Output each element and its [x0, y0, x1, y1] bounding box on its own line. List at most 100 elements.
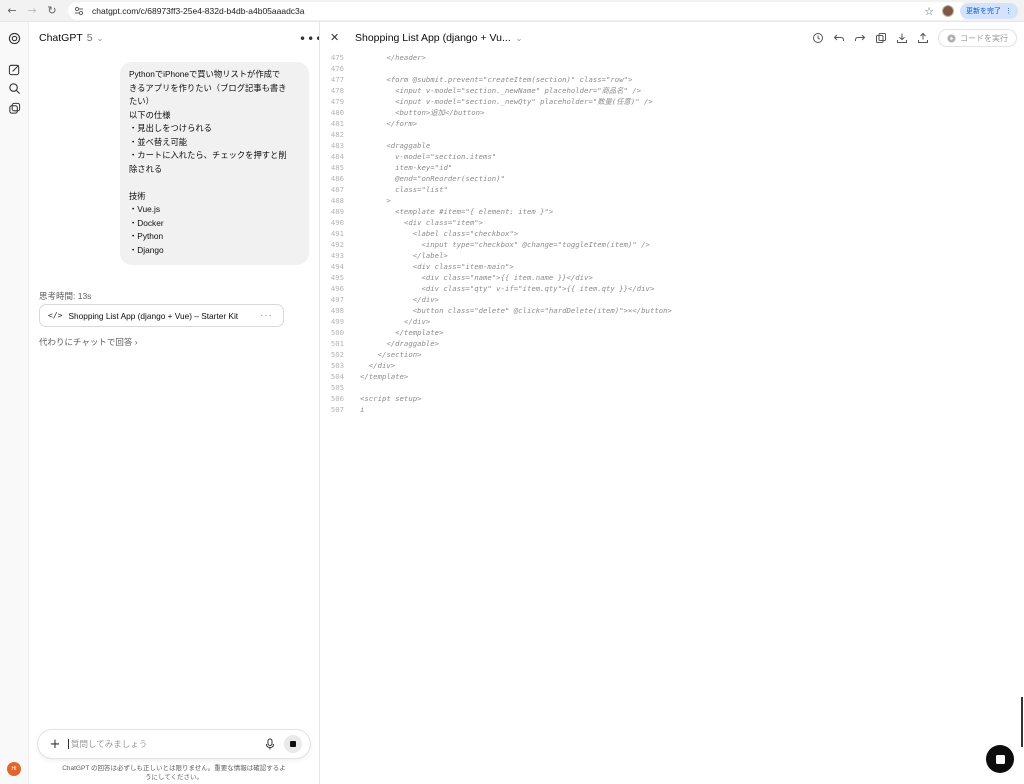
code-line[interactable]: 481 </form>	[320, 118, 1024, 129]
code-text: </template>	[360, 372, 409, 381]
code-line[interactable]: 505	[320, 382, 1024, 393]
stop-button[interactable]	[284, 735, 302, 753]
profile-avatar[interactable]	[942, 5, 954, 17]
back-arrow-icon[interactable]: ←	[4, 3, 20, 19]
message-input[interactable]	[68, 739, 248, 749]
url-text[interactable]: chatgpt.com/c/68973ff3-25e4-832d-b4db-a4…	[92, 6, 305, 16]
star-icon[interactable]: ☆	[922, 5, 936, 18]
code-text: class="list"	[360, 185, 448, 194]
reload-icon[interactable]: ↻	[44, 3, 60, 19]
code-line[interactable]: 479 <input v-model="section._newQty" pla…	[320, 96, 1024, 107]
close-icon[interactable]: ✕	[330, 31, 339, 44]
code-text: </draggable>	[360, 339, 440, 348]
reply-in-chat-link[interactable]: 代わりにチャットで回答 ›	[39, 336, 138, 348]
line-number: 485	[330, 163, 344, 172]
openai-logo-icon[interactable]	[8, 32, 21, 45]
address-bar[interactable]: chatgpt.com/c/68973ff3-25e4-832d-b4db-a4…	[68, 2, 968, 20]
canvas-toolbar: コードを実行	[812, 29, 1017, 47]
code-text: <template #item="{ element: item }">	[360, 207, 554, 216]
code-line[interactable]: 488 >	[320, 195, 1024, 206]
artifact-card[interactable]: </> Shopping List App (django + Vue) – S…	[39, 304, 284, 327]
code-line[interactable]: 486 @end="onReorder(section)"	[320, 173, 1024, 184]
code-line[interactable]: 497 </div>	[320, 294, 1024, 305]
code-line[interactable]: 502 </section>	[320, 349, 1024, 360]
code-line[interactable]: 478 <input v-model="section._newName" pl…	[320, 85, 1024, 96]
app-title: ChatGPT	[39, 32, 83, 44]
search-icon[interactable]	[8, 82, 21, 95]
canvas-title: Shopping List App (django + Vu...	[355, 32, 511, 44]
line-number: 501	[330, 339, 344, 348]
code-line[interactable]: 493 </label>	[320, 250, 1024, 261]
code-line[interactable]: 475 </header>	[320, 52, 1024, 63]
code-line[interactable]: 496 <div class="qty" v-if="item.qty">{{ …	[320, 283, 1024, 294]
thinking-time[interactable]: 思考時間: 13s	[39, 290, 91, 302]
code-line[interactable]: 483 <draggable	[320, 140, 1024, 151]
code-line[interactable]: 482	[320, 129, 1024, 140]
code-line[interactable]: 484 v-model="section.items"	[320, 151, 1024, 162]
history-icon[interactable]	[812, 32, 824, 44]
site-settings-icon[interactable]	[74, 6, 84, 16]
user-message-bubble: PythonでiPhoneで買い物リストが作成で きるアプリを作りたい（ブログ記…	[120, 62, 309, 265]
code-text: </label>	[360, 251, 448, 260]
disclaimer: ChatGPT の回答は必ずしも正しいとは限りません。重要な情報は確認するように…	[62, 765, 286, 781]
plus-icon[interactable]: +	[48, 737, 62, 752]
update-button[interactable]: 更新を完了 ⋮	[960, 3, 1018, 19]
code-line[interactable]: 489 <template #item="{ element: item }">	[320, 206, 1024, 217]
model-selector[interactable]: ChatGPT 5 ⌄	[39, 32, 103, 44]
run-code-button[interactable]: コードを実行	[938, 29, 1017, 47]
code-line[interactable]: 506 <script setup>	[320, 393, 1024, 404]
scrollbar[interactable]	[1021, 697, 1023, 747]
line-number: 498	[330, 306, 344, 315]
code-line[interactable]: 490 <div class="item">	[320, 217, 1024, 228]
code-line[interactable]: 487 class="list"	[320, 184, 1024, 195]
user-message-line	[129, 176, 300, 190]
update-label: 更新を完了	[966, 8, 1001, 15]
code-line[interactable]: 498 <button class="delete" @click="hardD…	[320, 305, 1024, 316]
user-message-line: ・並べ替え可能	[129, 136, 188, 147]
user-message-line: ・Vue.js	[129, 204, 161, 214]
code-text: <div class="item-main">	[360, 262, 514, 271]
code-line[interactable]: 477 <form @submit.prevent="createItem(se…	[320, 74, 1024, 85]
more-options-icon[interactable]: ···	[260, 310, 273, 321]
line-number: 489	[330, 207, 344, 216]
code-text: </div>	[360, 295, 440, 304]
code-line[interactable]: 504 </template>	[320, 371, 1024, 382]
code-line[interactable]: 492 <input type="checkbox" @change="togg…	[320, 239, 1024, 250]
code-icon: </>	[48, 311, 63, 320]
download-icon[interactable]	[896, 32, 908, 44]
code-text: </form>	[360, 119, 418, 128]
undo-icon[interactable]	[833, 32, 845, 44]
line-number: 492	[330, 240, 344, 249]
forward-arrow-icon[interactable]: →	[24, 3, 40, 19]
canvas-title-button[interactable]: Shopping List App (django + Vu... ⌄	[355, 32, 522, 44]
user-avatar[interactable]: HI	[7, 762, 21, 776]
code-line[interactable]: 495 <div class="name">{{ item.name }}</d…	[320, 272, 1024, 283]
code-line[interactable]: 501 </draggable>	[320, 338, 1024, 349]
line-number: 503	[330, 361, 344, 370]
copy-icon[interactable]	[875, 32, 887, 44]
code-line[interactable]: 494 <div class="item-main">	[320, 261, 1024, 272]
share-icon[interactable]	[917, 32, 929, 44]
code-line[interactable]: 491 <label class="checkbox">	[320, 228, 1024, 239]
code-line[interactable]: 500 </template>	[320, 327, 1024, 338]
library-icon[interactable]	[8, 102, 21, 115]
line-number: 494	[330, 262, 344, 271]
code-line[interactable]: 499 </div>	[320, 316, 1024, 327]
code-editor[interactable]: 475 </header> 476 477 <form @submit.preven…	[320, 52, 1024, 415]
line-number: 490	[330, 218, 344, 227]
code-line[interactable]: 503 </div>	[320, 360, 1024, 371]
code-line[interactable]: 485 item-key="id"	[320, 162, 1024, 173]
redo-icon[interactable]	[854, 32, 866, 44]
code-line[interactable]: 507 i	[320, 404, 1024, 415]
code-text: <div class="name">{{ item.name }}</div>	[360, 273, 593, 282]
code-text: i	[360, 405, 365, 414]
code-text: <label class="checkbox">	[360, 229, 519, 238]
line-number: 499	[330, 317, 344, 326]
new-chat-icon[interactable]	[8, 63, 21, 76]
code-line[interactable]: 480 <button>追加</button>	[320, 107, 1024, 118]
stop-generating-button[interactable]	[986, 745, 1014, 773]
code-text: <draggable	[360, 141, 431, 150]
line-number: 486	[330, 174, 344, 183]
code-line[interactable]: 476	[320, 63, 1024, 74]
mic-icon[interactable]	[264, 738, 276, 750]
